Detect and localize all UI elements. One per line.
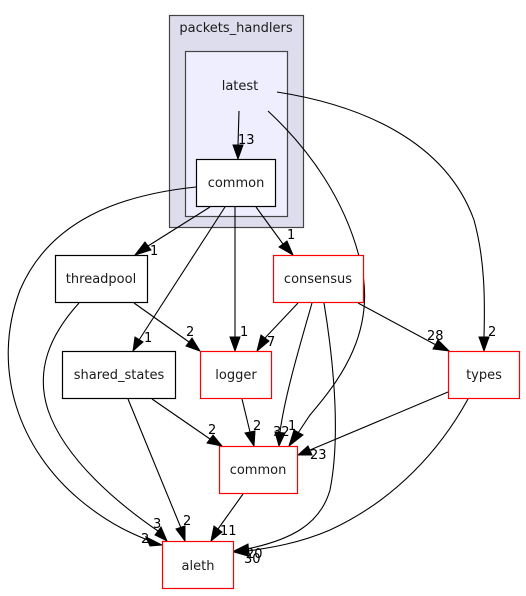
- edge-label: 11: [220, 524, 237, 539]
- edge-label: 30: [244, 552, 261, 567]
- node-label: aleth: [182, 559, 215, 574]
- cluster-packets-handlers-label: packets_handlers: [179, 21, 292, 36]
- edge-consensus-logger: [264, 302, 299, 339]
- edge-label: 1: [288, 419, 296, 434]
- edge-label: 1: [240, 325, 248, 340]
- edge-label: 2: [208, 423, 216, 438]
- edge-shared-states-aleth: [127, 398, 182, 529]
- arrowhead: [229, 336, 241, 353]
- edge-label: 2: [253, 419, 261, 434]
- edge-consensus-common: [279, 302, 313, 433]
- node-label: common: [208, 176, 265, 191]
- edge-label: 23: [310, 448, 327, 463]
- edge-label: 1: [144, 331, 152, 346]
- node-types[interactable]: types: [447, 350, 521, 400]
- node-label: shared_states: [74, 368, 165, 383]
- edge-consensus-types: [357, 302, 437, 346]
- cluster-latest-label: latest: [222, 79, 259, 94]
- node-shared-states[interactable]: shared_states: [61, 350, 177, 400]
- node-label: logger: [215, 368, 257, 383]
- edge-label: 2: [141, 532, 149, 547]
- edge-types-common: [309, 391, 449, 451]
- edge-label: 2: [488, 325, 496, 340]
- edge-label: 28: [427, 329, 444, 344]
- arrowhead: [132, 336, 144, 353]
- edge-logger-common: [241, 398, 251, 433]
- node-logger[interactable]: logger: [199, 350, 273, 400]
- edge-label: 2: [183, 514, 191, 529]
- edge-label: 7: [267, 335, 275, 350]
- node-aleth[interactable]: aleth: [161, 540, 235, 590]
- dependency-graph: packets_handlers latest 13 2 32 1 1 1: [7, 14, 521, 590]
- node-label: consensus: [284, 272, 352, 287]
- node-label: threadpool: [66, 272, 136, 287]
- arrowhead: [278, 240, 295, 257]
- node-label: types: [466, 368, 502, 383]
- node-common[interactable]: common: [218, 445, 299, 495]
- edge-label: 1: [150, 244, 158, 259]
- arrowhead: [133, 241, 152, 256]
- edge-label: 1: [287, 228, 295, 243]
- node-consensus[interactable]: consensus: [272, 254, 365, 304]
- edge-shared-states-common: [151, 398, 211, 440]
- edge-label: 13: [238, 133, 255, 148]
- node-label: common: [230, 463, 287, 478]
- node-threadpool[interactable]: threadpool: [54, 254, 149, 304]
- edge-threadpool-logger: [133, 302, 190, 343]
- edge-label: 3: [153, 517, 161, 532]
- node-common-inner[interactable]: common: [195, 158, 277, 208]
- edge-label: 2: [186, 325, 194, 340]
